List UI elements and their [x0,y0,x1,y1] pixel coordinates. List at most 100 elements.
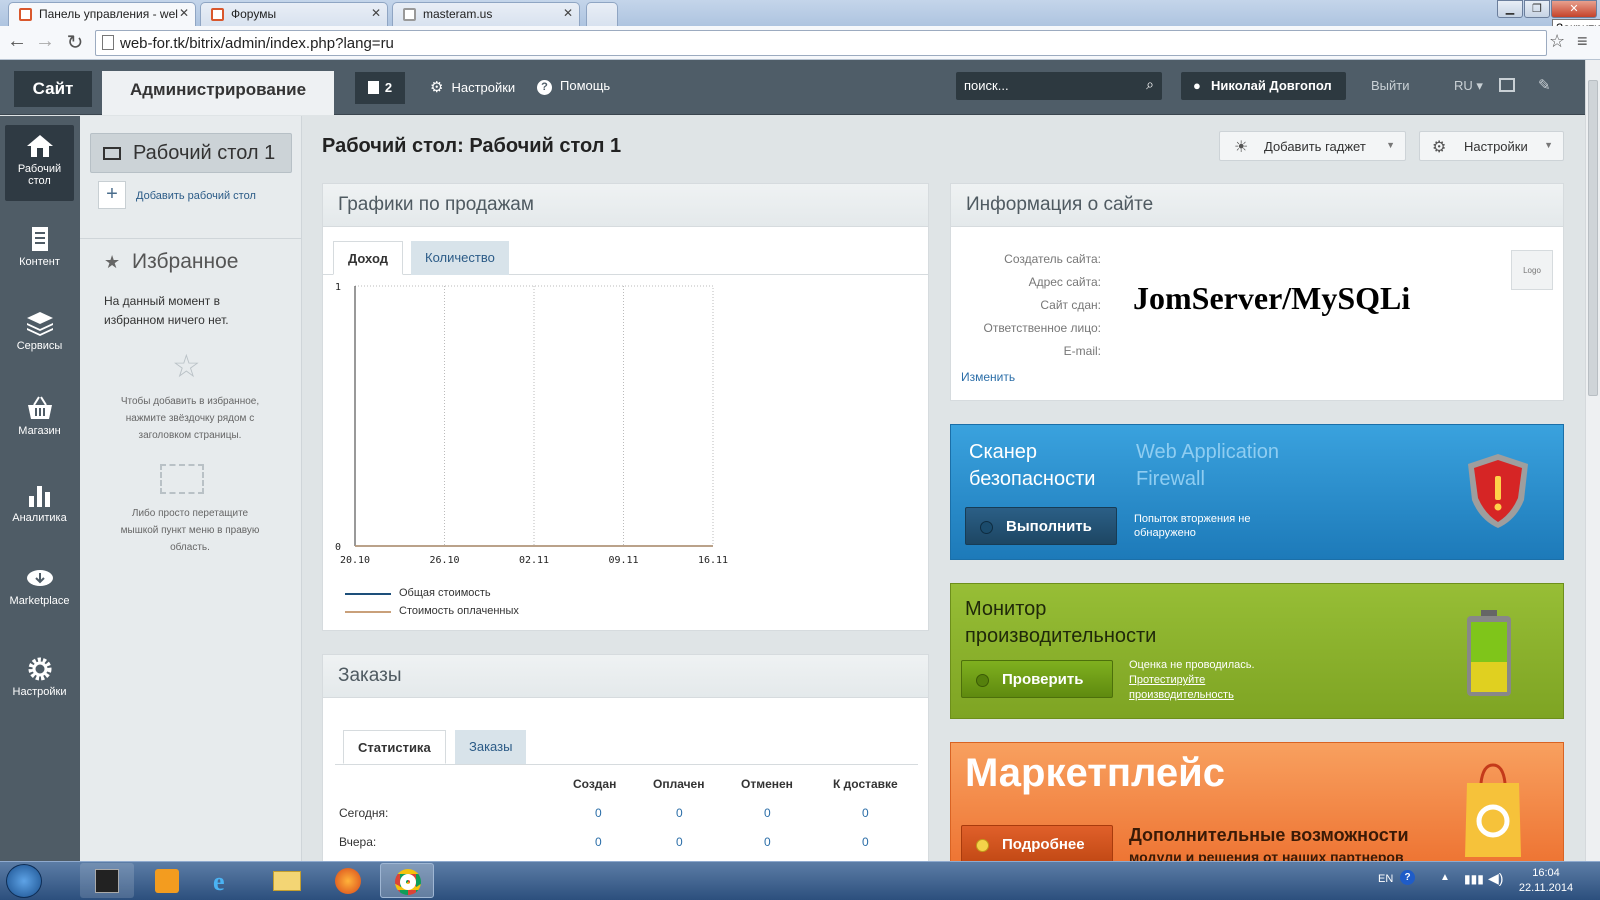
page-icon [102,35,114,50]
tray-arrow-icon[interactable]: ▲ [1440,872,1450,883]
tab-statistics[interactable]: Статистика [343,730,446,764]
taskbar-app-chrome[interactable] [380,863,434,898]
favorites-empty-text: На данный момент в избранном ничего нет. [104,294,229,327]
search-input[interactable]: поиск... ⌕ [956,72,1162,100]
bookmark-star-icon[interactable]: ☆ [1549,31,1565,52]
desktop-settings-button[interactable]: ⚙ Настройки ▼ [1419,131,1564,161]
user-button[interactable]: ● Николай Довгопол [1181,72,1346,100]
nav-analytics[interactable]: Аналитика [5,482,74,537]
cell-value[interactable]: 0 [595,835,602,849]
panel-toggle-icon[interactable] [1499,78,1515,92]
marketplace-more-button[interactable]: Подробнее [961,825,1113,861]
add-gadget-button[interactable]: ☀ Добавить гаджет ▼ [1219,131,1406,161]
security-run-button[interactable]: Выполнить [965,507,1117,545]
col-cancelled: Отменен [741,777,793,791]
close-tab-icon[interactable]: ✕ [371,6,381,20]
volume-icon[interactable]: ◀) [1488,870,1503,887]
taskbar-app-terminal[interactable] [80,863,134,898]
windows-start-button[interactable] [6,864,42,898]
address-bar[interactable]: web-for.tk/bitrix/admin/index.php?lang=r… [95,30,1547,56]
tab-income[interactable]: Доход [333,241,403,275]
scrollbar-thumb[interactable] [1588,80,1598,396]
divider [80,238,302,239]
close-window-button[interactable]: ✕ [1551,0,1597,18]
taskbar-app-media-player[interactable] [140,863,194,898]
security-scanner-gadget: Сканер безопасности Web Application Fire… [950,424,1564,560]
shield-icon [1468,454,1528,528]
maximize-window-button[interactable]: ❐ [1524,0,1550,18]
search-icon[interactable]: ⌕ [1146,76,1154,93]
help-link[interactable]: ? Помощь [537,78,610,95]
pin-icon[interactable]: ✎ [1538,76,1551,94]
user-icon: ● [1193,78,1201,93]
input-language[interactable]: EN [1378,873,1393,885]
cell-value[interactable]: 0 [764,835,771,849]
desktop-name: Рабочий стол 1 [133,142,276,164]
add-desktop-link[interactable]: Добавить рабочий стол [136,190,256,202]
nav-marketplace[interactable]: Marketplace [5,565,74,620]
performance-test-link[interactable]: Протестируйте производительность [1129,674,1234,701]
chrome-menu-icon[interactable]: ≡ [1577,31,1588,52]
browser-tab-admin[interactable]: Панель управления - wel ✕ [8,2,196,26]
browser-tab-label: Форумы [231,7,277,21]
minimize-window-button[interactable]: ▁ [1497,0,1523,18]
battery-icon [1467,610,1511,696]
help-icon: ? [537,80,552,95]
url-text: web-for.tk/bitrix/admin/index.php?lang=r… [120,35,394,52]
nav-desktop[interactable]: Рабочий стол [5,125,74,201]
language-selector[interactable]: RU ▾ [1454,78,1483,94]
site-info-gadget: Информация о сайте Создатель сайта: Адре… [950,183,1564,401]
nav-shop[interactable]: Магазин [5,395,74,450]
row-label: Сегодня: [339,806,389,820]
back-arrow-icon[interactable]: ← [6,30,28,53]
browser-tab-masteram[interactable]: masteram.us ✕ [392,2,580,26]
logout-link[interactable]: Выйти [1371,78,1410,93]
nav-services[interactable]: Сервисы [5,310,74,365]
admin-tab[interactable]: Администрирование [102,71,334,115]
edit-site-info-link[interactable]: Изменить [961,370,1015,384]
x-tick-label: 26.10 [429,555,459,566]
performance-check-button[interactable]: Проверить [961,660,1113,698]
reload-icon[interactable]: ↻ [64,30,86,55]
system-clock[interactable]: 16:04 22.11.2014 [1516,866,1576,896]
monitor-icon [103,147,121,160]
favorites-hint-drag: Либо просто перетащите мышкой пункт меню… [120,508,260,553]
overlay-text: JomServer/MySQLi [1133,280,1411,316]
add-desktop-icon[interactable]: + [98,181,126,209]
clock-date: 22.11.2014 [1518,882,1574,894]
page-scrollbar[interactable] [1585,60,1600,861]
x-tick-label: 16.11 [698,555,728,566]
close-tab-icon[interactable]: ✕ [179,6,189,20]
taskbar-app-explorer[interactable] [260,863,314,898]
layers-icon [26,312,53,336]
network-icon[interactable]: ▮▮▮ [1464,872,1484,886]
tab-baseline [335,764,918,765]
cell-value[interactable]: 0 [676,806,683,820]
nav-content[interactable]: Контент [5,226,74,281]
help-tray-icon[interactable]: ? [1400,870,1415,885]
notifications-button[interactable]: 2 [355,72,405,104]
cell-value[interactable]: 0 [764,806,771,820]
security-run-label: Выполнить [1006,518,1092,535]
browser-tab-forums[interactable]: Форумы ✕ [200,2,388,26]
taskbar-app-firefox[interactable] [320,863,374,898]
cell-value[interactable]: 0 [595,806,602,820]
cell-value[interactable]: 0 [676,835,683,849]
taskbar-app-ie[interactable]: e [200,863,254,898]
forward-arrow-icon[interactable]: → [34,30,56,53]
new-tab-button[interactable] [586,2,618,26]
top-settings-link[interactable]: ⚙ Настройки [430,78,515,96]
tab-quantity[interactable]: Количество [411,241,509,275]
basket-icon [27,396,52,419]
shopping-bag-icon [1465,763,1521,857]
site-button[interactable]: Сайт [14,71,92,107]
cell-value[interactable]: 0 [862,806,869,820]
desktop-item-current[interactable]: Рабочий стол 1 [90,133,292,173]
field-address: Адрес сайта: [1028,275,1101,289]
nav-settings[interactable]: Настройки [5,656,74,711]
cell-value[interactable]: 0 [862,835,869,849]
field-responsible: Ответственное лицо: [983,321,1101,335]
security-subtitle: Web Application Firewall [1136,441,1280,490]
tab-orders[interactable]: Заказы [455,730,527,764]
close-tab-icon[interactable]: ✕ [563,6,573,20]
